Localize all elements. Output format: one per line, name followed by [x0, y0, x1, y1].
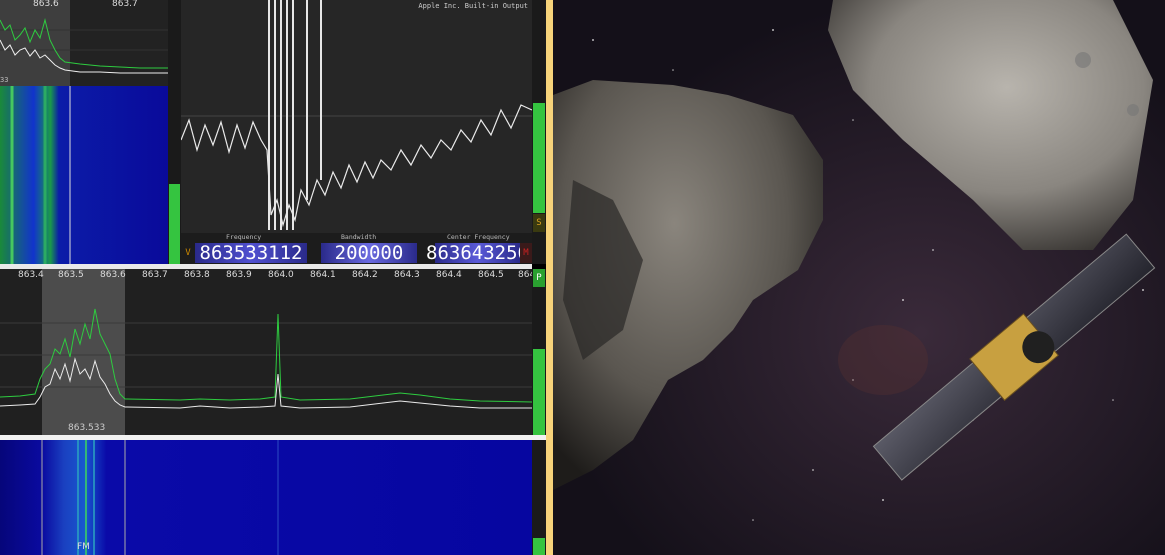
squelch-toggle[interactable]: S: [533, 214, 545, 232]
peak-toggle[interactable]: P: [533, 269, 545, 287]
space-artwork: [553, 0, 1165, 555]
mini-waterfall-image: [0, 86, 168, 264]
audio-scope-trace: [181, 0, 532, 230]
audio-scope-panel: Apple Inc. Built-in Output: [181, 0, 532, 233]
level-meter-left: [168, 0, 181, 264]
asteroid-spacecraft-illustration: [553, 0, 1165, 555]
mini-spectrum-panel[interactable]: 863.6 863.7 33: [0, 0, 168, 86]
level-meter-main-fill: [533, 349, 545, 435]
frequency-readout-bar: Frequency Bandwidth Center Frequency V 8…: [181, 233, 532, 264]
waterfall-panel[interactable]: FM: [0, 440, 532, 555]
main-spectrum-panel[interactable]: 863.4 863.5 863.6 863.7 863.8 863.9 864.…: [0, 269, 532, 435]
mini-waterfall[interactable]: [0, 86, 168, 264]
selection-frequency-label: 863.533: [68, 423, 106, 433]
modulation-label: FM: [77, 542, 90, 552]
level-meter-left-fill: [169, 184, 180, 264]
mute-toggle[interactable]: M: [520, 243, 532, 263]
level-meter-right-fill: [533, 103, 545, 213]
frequency-caption: Frequency: [226, 233, 262, 241]
main-spectrum-trace: [0, 308, 532, 409]
level-meter-bottom-fill: [533, 538, 545, 555]
center-frequency-display[interactable]: 863643256: [426, 242, 529, 264]
view-toggle[interactable]: V: [183, 243, 193, 263]
waterfall-image: [0, 440, 532, 555]
bandwidth-display[interactable]: 200000: [321, 242, 417, 264]
frequency-display[interactable]: 863533112: [195, 242, 307, 264]
level-meter-main: P: [532, 269, 546, 435]
bandwidth-caption: Bandwidth: [341, 233, 377, 241]
level-meter-right: S: [532, 0, 546, 264]
mini-spectrum-trace: [0, 18, 168, 74]
level-meter-bottom: [532, 440, 546, 555]
center-frequency-caption: Center Frequency: [447, 233, 510, 241]
image-divider: [546, 0, 553, 555]
